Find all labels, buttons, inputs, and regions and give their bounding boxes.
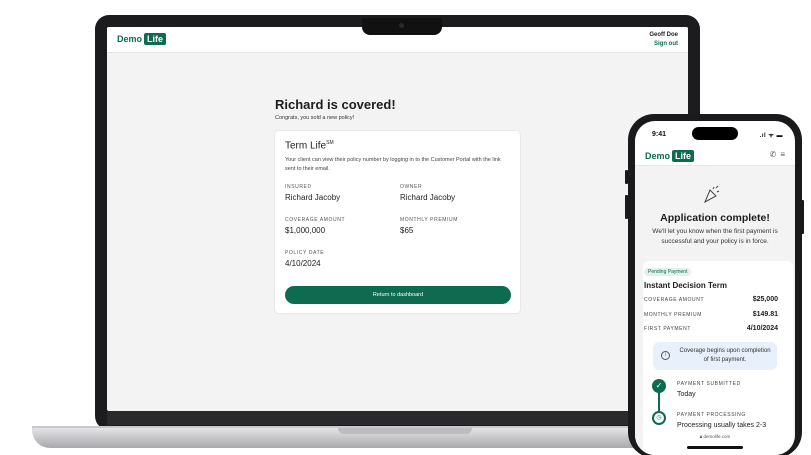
row-value: 4/10/2024 bbox=[746, 325, 778, 332]
info-text: Coverage begins upon completion of first… bbox=[679, 348, 771, 363]
row-label: FIRST PAYMENT bbox=[644, 326, 691, 332]
status-icons: .ıl ᯤ ▬ bbox=[759, 133, 783, 139]
laptop-bezel-bottom bbox=[107, 411, 688, 425]
row-label: COVERAGE AMOUNT bbox=[644, 297, 705, 303]
brand-name-a: Demo bbox=[117, 34, 143, 44]
premium-label: MONTHLY PREMIUM bbox=[400, 217, 458, 223]
brand-name-a: Demo bbox=[645, 151, 671, 161]
user-menu: Geoff Doe Sign out bbox=[649, 31, 678, 49]
header-actions: ✆ ≡ bbox=[766, 150, 785, 159]
menu-icon[interactable]: ≡ bbox=[780, 150, 785, 159]
confetti-icon bbox=[702, 184, 722, 209]
laptop-screen: Demo Life Geoff Doe Sign out Richard is … bbox=[107, 27, 688, 411]
page-title: Richard is covered! bbox=[275, 97, 396, 112]
policy-name: Term Life bbox=[285, 140, 327, 152]
clock-icon: ◷ bbox=[652, 411, 666, 425]
phone-icon[interactable]: ✆ bbox=[770, 150, 777, 159]
home-indicator bbox=[687, 446, 743, 449]
step-label: PAYMENT PROCESSING bbox=[677, 412, 746, 418]
policy-card: Term LifeSM Your client can view their p… bbox=[274, 130, 521, 314]
check-icon: ✓ bbox=[652, 379, 666, 393]
user-name: Geoff Doe bbox=[649, 32, 678, 38]
step-value: Today bbox=[677, 391, 696, 398]
policy-description: Your client can view their policy number… bbox=[285, 157, 501, 172]
browser-url: 🔒︎ demolife.com bbox=[635, 434, 795, 439]
policy-title: Term LifeSM bbox=[285, 140, 334, 151]
plan-name: Instant Decision Term bbox=[644, 281, 727, 290]
summary-row: MONTHLY PREMIUM $149.81 bbox=[644, 311, 778, 318]
confirmation-subtitle: We'll let you know when the first paymen… bbox=[652, 228, 778, 245]
brand-name-b: Life bbox=[672, 150, 695, 162]
summary-row: FIRST PAYMENT 4/10/2024 bbox=[644, 325, 778, 332]
device-mockup: Demo Life Geoff Doe Sign out Richard is … bbox=[0, 0, 811, 455]
step-value: Processing usually takes 2-3 bbox=[677, 422, 767, 429]
sign-out-link[interactable]: Sign out bbox=[649, 40, 678, 49]
policy-date-value: 4/10/2024 bbox=[285, 259, 321, 268]
service-mark: SM bbox=[326, 140, 334, 146]
info-notice: i Coverage begins upon completion of fir… bbox=[653, 342, 777, 370]
camera-icon bbox=[399, 23, 404, 28]
header-divider bbox=[635, 165, 795, 166]
step-label: PAYMENT SUBMITTED bbox=[677, 381, 741, 387]
owner-value: Richard Jacoby bbox=[400, 193, 456, 202]
row-value: $25,000 bbox=[752, 296, 778, 303]
dynamic-island bbox=[692, 127, 738, 140]
premium-value: $65 bbox=[400, 226, 414, 235]
page-subtitle: Congrats, you sold a new policy! bbox=[275, 115, 355, 121]
summary-row: COVERAGE AMOUNT $25,000 bbox=[644, 296, 778, 303]
insured-label: INSURED bbox=[285, 184, 312, 190]
row-value: $149.81 bbox=[752, 311, 778, 318]
insured-value: Richard Jacoby bbox=[285, 193, 341, 202]
laptop-opening-groove bbox=[338, 428, 472, 434]
coverage-value: $1,000,000 bbox=[285, 226, 326, 235]
laptop-notch bbox=[362, 18, 442, 35]
phone-screen: 9:41 .ıl ᯤ ▬ Demo Life ✆ ≡ Application co… bbox=[635, 121, 795, 455]
row-label: MONTHLY PREMIUM bbox=[644, 312, 702, 318]
status-time: 9:41 bbox=[652, 131, 667, 138]
info-icon: i bbox=[661, 351, 670, 360]
policy-date-label: POLICY DATE bbox=[285, 250, 325, 256]
brand-name-b: Life bbox=[144, 33, 167, 45]
url-text: demolife.com bbox=[703, 434, 731, 439]
brand-logo[interactable]: Demo Life bbox=[117, 33, 167, 45]
confirmation-title: Application complete! bbox=[660, 212, 770, 224]
owner-label: OWNER bbox=[400, 184, 423, 190]
return-to-dashboard-button[interactable]: Return to dashboard bbox=[285, 286, 511, 304]
policy-summary-card: Pending Payment Instant Decision Term CO… bbox=[643, 261, 793, 455]
coverage-label: COVERAGE AMOUNT bbox=[285, 217, 346, 223]
brand-logo-mobile[interactable]: Demo Life bbox=[645, 150, 695, 162]
status-badge: Pending Payment bbox=[644, 268, 692, 276]
